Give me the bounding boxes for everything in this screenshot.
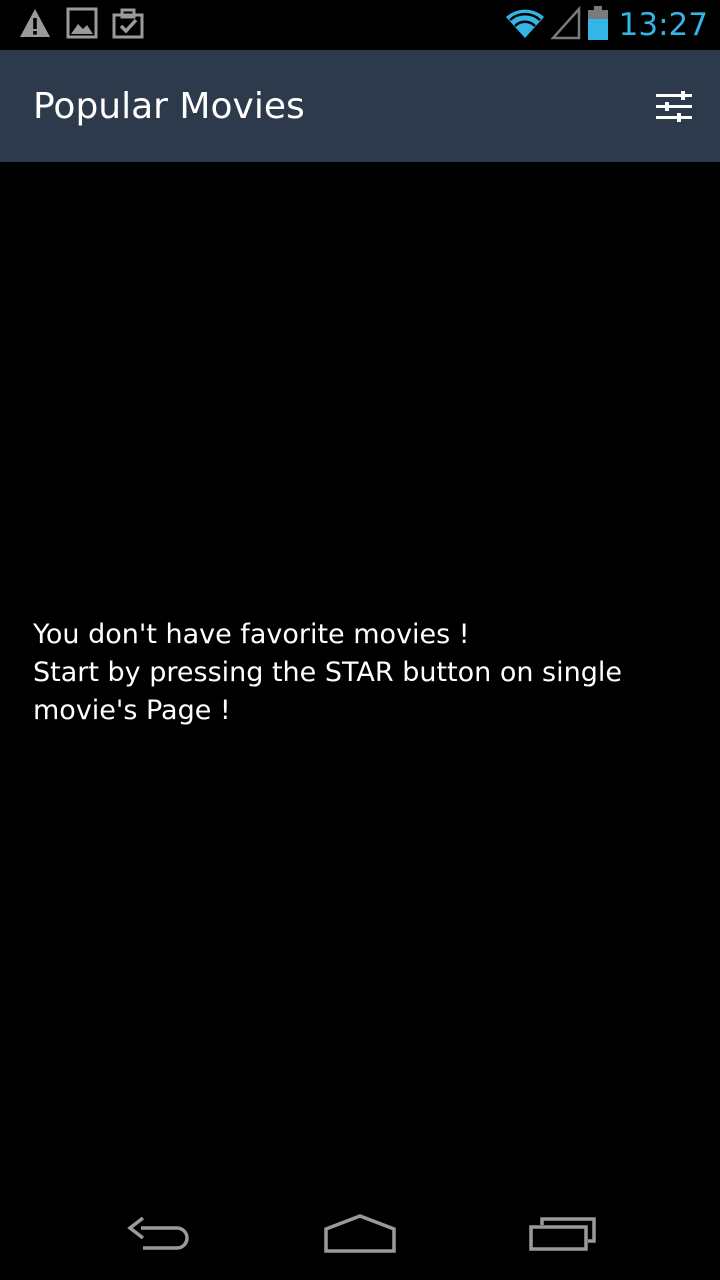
- home-button[interactable]: [315, 1206, 405, 1262]
- favorites-content: You don't have favorite movies ! Start b…: [0, 162, 720, 1188]
- home-icon: [324, 1214, 396, 1253]
- image-icon: [66, 7, 98, 43]
- back-icon: [127, 1216, 189, 1250]
- signal-icon: [549, 5, 581, 44]
- navigation-bar: [0, 1188, 720, 1280]
- empty-message-line2: Start by pressing the STAR button on sin…: [33, 657, 622, 726]
- empty-favorites-message: You don't have favorite movies ! Start b…: [33, 616, 693, 730]
- notification-icons: [18, 7, 144, 43]
- status-clock: 13:27: [618, 7, 708, 43]
- back-button[interactable]: [115, 1206, 205, 1262]
- recents-icon: [529, 1217, 596, 1251]
- warning-icon: [18, 7, 52, 43]
- empty-message-line1: You don't have favorite movies !: [33, 619, 470, 650]
- settings-button[interactable]: [650, 84, 698, 130]
- sliders-icon: [656, 91, 692, 122]
- recents-button[interactable]: [517, 1206, 607, 1262]
- app-title: Popular Movies: [33, 86, 305, 127]
- battery-icon: [587, 5, 609, 45]
- wifi-icon: [505, 6, 545, 44]
- clipboard-check-icon: [112, 7, 144, 43]
- status-bar: 13:27: [0, 0, 720, 50]
- action-bar: Popular Movies: [0, 50, 720, 162]
- system-icons: 13:27: [505, 4, 708, 46]
